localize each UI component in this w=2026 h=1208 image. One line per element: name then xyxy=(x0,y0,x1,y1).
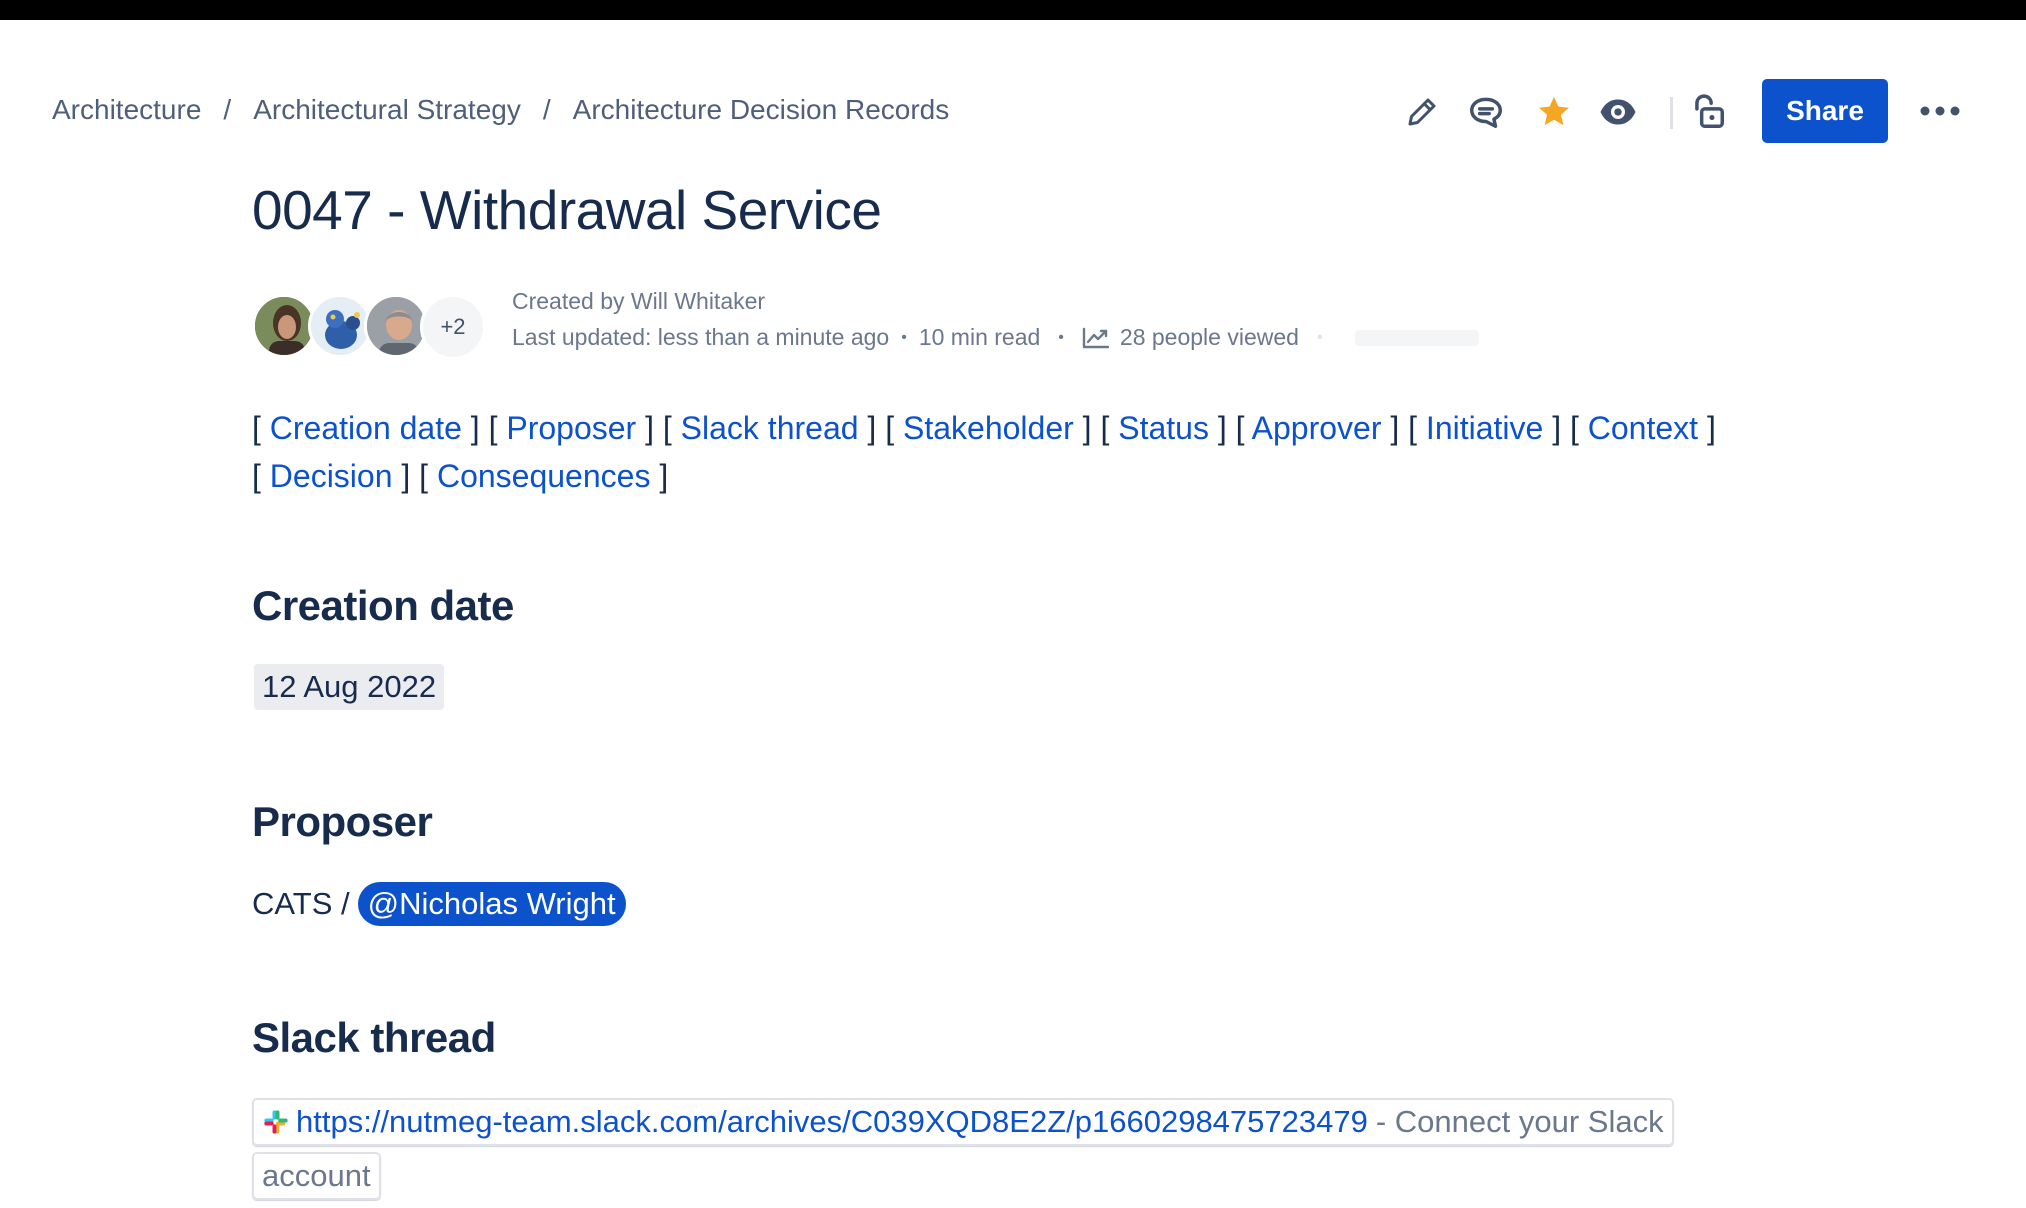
connect-slack-account-continuation[interactable]: account xyxy=(252,1152,381,1200)
toc-link-slack-thread[interactable]: Slack thread xyxy=(681,410,859,446)
toolbar-divider xyxy=(1670,97,1673,129)
more-icon[interactable] xyxy=(1910,91,1970,131)
proposer-team: CATS / xyxy=(252,886,350,921)
star-icon[interactable] xyxy=(1534,92,1574,132)
section-heading-slack-thread: Slack thread xyxy=(252,1014,496,1061)
dot-separator: • xyxy=(901,328,907,346)
toc-link-approver[interactable]: Approver xyxy=(1252,410,1382,446)
views-count: 28 people viewed xyxy=(1119,324,1299,350)
unlock-icon[interactable] xyxy=(1688,92,1728,132)
dot-separator: • xyxy=(1058,328,1064,346)
more-contributors-badge[interactable]: +2 xyxy=(420,294,486,360)
avatar[interactable] xyxy=(308,294,372,358)
proposer-value: CATS / @Nicholas Wright xyxy=(252,882,626,926)
page-title: 0047 - Withdrawal Service xyxy=(252,179,882,241)
breadcrumb: Architecture / Architectural Strategy / … xyxy=(52,94,949,126)
date-lozenge: 12 Aug 2022 xyxy=(254,664,445,710)
toc-link-creation-date[interactable]: Creation date xyxy=(270,410,462,446)
connect-slack-text: - Connect your Slack xyxy=(1375,1104,1664,1139)
toc-link-context[interactable]: Context xyxy=(1588,410,1698,446)
toc-link-initiative[interactable]: Initiative xyxy=(1426,410,1543,446)
dot-separator: • xyxy=(1316,328,1323,346)
page-views[interactable]: 28 people viewed xyxy=(1082,324,1299,351)
toc-link-status[interactable]: Status xyxy=(1118,410,1209,446)
table-of-contents: [ Creation date ] [ Proposer ] [ Slack t… xyxy=(252,410,1716,494)
user-mention[interactable]: @Nicholas Wright xyxy=(357,882,626,926)
watch-eye-icon[interactable] xyxy=(1598,92,1638,132)
last-updated: Last updated: less than a minute ago xyxy=(512,324,890,350)
breadcrumb-item-architecture[interactable]: Architecture xyxy=(52,94,201,126)
breadcrumb-item-architecture-decision-records[interactable]: Architecture Decision Records xyxy=(573,94,950,126)
toc-link-proposer[interactable]: Proposer xyxy=(506,410,636,446)
read-time: 10 min read xyxy=(918,324,1041,350)
section-heading-proposer: Proposer xyxy=(252,798,433,845)
section-heading-creation-date: Creation date xyxy=(252,582,514,629)
breadcrumb-item-architectural-strategy[interactable]: Architectural Strategy xyxy=(253,94,521,126)
created-by: Created by Will Whitaker xyxy=(512,288,766,314)
toc-link-consequences[interactable]: Consequences xyxy=(437,458,650,494)
page-byline: +2 Created by Will Whitaker Last updated… xyxy=(252,288,1552,368)
share-button[interactable]: Share xyxy=(1762,79,1888,143)
slack-thread-url[interactable]: https://nutmeg-team.slack.com/archives/C… xyxy=(296,1104,1368,1140)
toc-link-decision[interactable]: Decision xyxy=(270,458,393,494)
comment-icon[interactable] xyxy=(1466,92,1506,132)
window-top-bar xyxy=(0,0,2026,20)
breadcrumb-separator: / xyxy=(542,94,551,125)
loading-placeholder xyxy=(1354,329,1479,346)
edit-pencil-icon[interactable] xyxy=(1402,92,1442,132)
page-meta: Last updated: less than a minute ago • 1… xyxy=(512,324,1479,351)
avatar[interactable] xyxy=(252,294,316,358)
avatar[interactable] xyxy=(364,294,428,358)
page-toolbar: Share xyxy=(1402,79,1982,145)
slack-smart-link[interactable]: https://nutmeg-team.slack.com/archives/C… xyxy=(252,1098,1674,1146)
analytics-icon xyxy=(1082,327,1110,348)
breadcrumb-separator: / xyxy=(223,94,232,125)
toc-link-stakeholder[interactable]: Stakeholder xyxy=(903,410,1074,446)
slack-icon xyxy=(264,1110,288,1134)
